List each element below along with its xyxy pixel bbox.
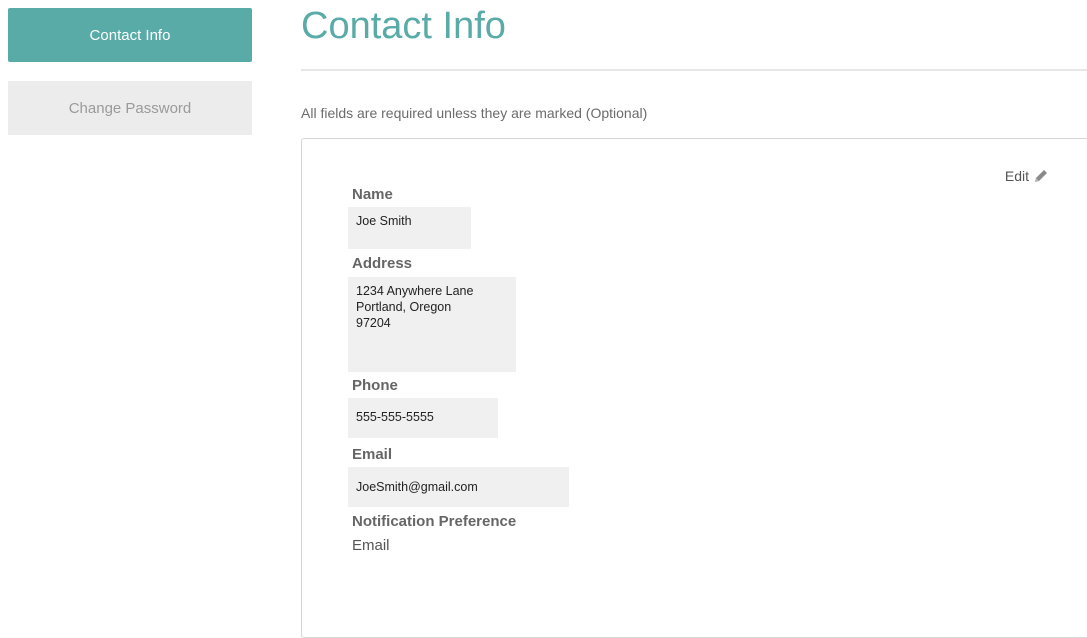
page-title: Contact Info — [301, 5, 506, 47]
address-line-3: 97204 — [356, 316, 391, 330]
sidebar-item-change-password[interactable]: Change Password — [8, 81, 252, 135]
address-label: Address — [352, 255, 413, 272]
required-fields-note: All fields are required unless they are … — [301, 105, 648, 121]
phone-field: 555-555-5555 — [348, 398, 498, 438]
main-content: Contact Info All fields are required unl… — [301, 0, 1087, 638]
notification-preference-value: Email — [352, 537, 390, 554]
contact-info-card: Edit Name Joe Smith Address 1234 Anywher… — [301, 138, 1087, 638]
title-divider — [301, 69, 1087, 71]
notification-preference-label: Notification Preference — [352, 513, 517, 530]
email-label: Email — [352, 446, 393, 463]
phone-label: Phone — [352, 377, 398, 394]
email-field: JoeSmith@gmail.com — [348, 467, 569, 507]
pencil-icon — [1035, 170, 1047, 182]
sidebar: Contact Info Change Password — [8, 8, 252, 135]
sidebar-item-contact-info[interactable]: Contact Info — [8, 8, 252, 62]
edit-button[interactable]: Edit — [1005, 167, 1050, 185]
name-field: Joe Smith — [348, 207, 471, 249]
address-line-1: 1234 Anywhere Lane — [356, 284, 474, 298]
name-label: Name — [352, 186, 393, 203]
address-field: 1234 Anywhere Lane Portland, Oregon 9720… — [348, 277, 516, 372]
address-line-2: Portland, Oregon — [356, 300, 452, 314]
edit-label: Edit — [1004, 168, 1029, 184]
